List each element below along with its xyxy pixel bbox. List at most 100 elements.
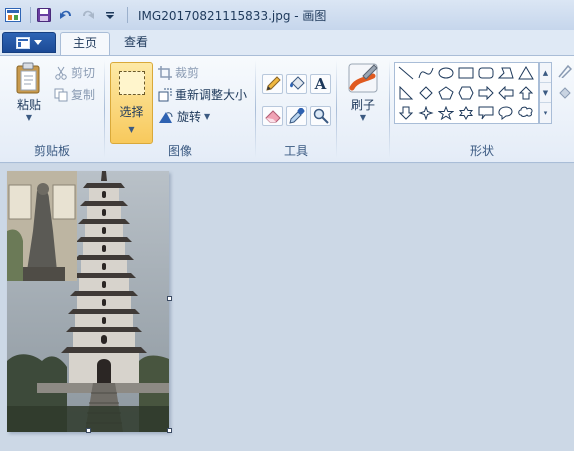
curve-icon (418, 67, 434, 79)
chevron-down-icon (34, 39, 42, 45)
cloud-callout-icon (518, 106, 533, 117)
hexagon-shape[interactable] (456, 84, 476, 102)
paste-label: 粘贴 (16, 98, 41, 112)
scroll-up-icon[interactable]: ▲ (540, 63, 551, 83)
rotate-label: 旋转 (177, 110, 202, 124)
cloud-callout-shape[interactable] (516, 104, 536, 122)
resize-label: 重新调整大小 (175, 88, 248, 102)
resize-handle-corner[interactable] (167, 428, 172, 433)
eyedropper-icon (288, 108, 304, 124)
diamond-shape[interactable] (416, 84, 436, 102)
fill-button[interactable] (558, 86, 572, 100)
pencil-tool[interactable] (262, 74, 283, 94)
triangle-shape[interactable] (516, 64, 536, 82)
rotate-dropdown-icon[interactable]: ▼ (204, 112, 210, 121)
hexagon-icon (458, 86, 474, 100)
gallery-expand-icon[interactable]: ▾ (540, 103, 551, 123)
eraser-tool[interactable] (262, 106, 283, 126)
up-arrow-icon (518, 86, 534, 100)
down-arrow-icon (398, 106, 414, 120)
outline-button[interactable] (558, 64, 572, 78)
resize-handle-bottom[interactable] (86, 428, 91, 433)
copy-icon (54, 88, 68, 101)
up-arrow-shape[interactable] (516, 84, 536, 102)
right-arrow-shape[interactable] (476, 84, 496, 102)
resize-handle-right[interactable] (167, 296, 172, 301)
copy-label: 复制 (71, 88, 96, 102)
cut-button[interactable]: 剪切 (54, 64, 95, 81)
group-divider (336, 60, 337, 158)
copy-button[interactable]: 复制 (54, 86, 95, 103)
rotate-icon (159, 111, 173, 123)
magnifier-tool[interactable] (310, 106, 331, 126)
resize-icon (158, 88, 172, 101)
tab-home[interactable]: 主页 (60, 32, 111, 55)
file-menu-button[interactable] (2, 32, 56, 53)
down-arrow-shape[interactable] (396, 104, 416, 122)
ribbon-tabs: 主页 查看 (0, 30, 574, 55)
brushes-button[interactable]: 刷子 ▼ (342, 62, 384, 122)
line-shape[interactable] (396, 64, 416, 82)
five-point-star-shape[interactable] (436, 104, 456, 122)
rounded-rectangle-icon (478, 67, 494, 79)
paint-app-icon[interactable] (4, 6, 22, 24)
polygon-shape[interactable] (496, 64, 516, 82)
right-triangle-shape[interactable] (396, 84, 416, 102)
oval-shape[interactable] (436, 64, 456, 82)
left-arrow-icon (498, 86, 514, 100)
select-label: 选择 (119, 105, 144, 119)
pentagon-shape[interactable] (436, 84, 456, 102)
text-tool-glyph: A (314, 75, 327, 93)
customize-qat-icon[interactable] (101, 6, 119, 24)
brush-icon (348, 63, 378, 93)
left-arrow-shape[interactable] (496, 84, 516, 102)
oval-callout-icon (498, 106, 513, 120)
title-separator (127, 7, 128, 23)
canvas-area[interactable] (0, 164, 574, 451)
shapes-scrollbar[interactable]: ▲ ▼ ▾ (539, 62, 552, 124)
canvas-image[interactable] (7, 171, 169, 432)
color-picker-tool[interactable] (286, 106, 307, 126)
rounded-rectangle-shape[interactable] (476, 64, 496, 82)
select-button[interactable]: 选择 ▼ (110, 62, 153, 144)
curve-shape[interactable] (416, 64, 436, 82)
clipboard-group: 粘贴 ▼ 剪切 复制 剪贴板 (0, 56, 104, 162)
scissors-icon (55, 66, 67, 80)
text-tool[interactable]: A (310, 74, 331, 94)
six-point-star-shape[interactable] (456, 104, 476, 122)
fill-tool[interactable] (286, 74, 307, 94)
eraser-icon (264, 110, 281, 123)
select-dropdown-icon[interactable]: ▼ (111, 125, 152, 134)
line-icon (398, 66, 414, 80)
rotate-button[interactable]: 旋转 ▼ (158, 108, 210, 125)
resize-button[interactable]: 重新调整大小 (158, 86, 247, 103)
rectangle-shape[interactable] (456, 64, 476, 82)
scroll-down-icon[interactable]: ▼ (540, 83, 551, 103)
selection-rectangle-icon (119, 71, 145, 95)
pagoda-photo (7, 171, 169, 432)
six-point-star-icon (458, 106, 474, 120)
paste-button[interactable]: 粘贴 ▼ (10, 62, 48, 122)
redo-icon[interactable] (79, 6, 97, 24)
fill-icon (559, 87, 571, 99)
rect-callout-shape[interactable] (476, 104, 496, 122)
polygon-icon (498, 67, 514, 79)
four-point-star-shape[interactable] (416, 104, 436, 122)
diamond-icon (419, 86, 433, 100)
save-icon[interactable] (35, 6, 53, 24)
brushes-dropdown-icon[interactable]: ▼ (360, 113, 366, 122)
four-point-star-icon (418, 106, 434, 120)
five-point-star-icon (438, 106, 454, 120)
clipboard-group-label: 剪贴板 (33, 144, 70, 158)
rectangle-icon (458, 67, 474, 79)
tab-view[interactable]: 查看 (112, 32, 160, 55)
brushes-label: 刷子 (350, 98, 375, 112)
paste-dropdown-icon[interactable]: ▼ (26, 113, 32, 122)
crop-label: 裁剪 (175, 66, 200, 80)
right-arrow-icon (478, 86, 494, 100)
ribbon: 粘贴 ▼ 剪切 复制 剪贴板 图像 选择 ▼ 裁剪 重新调整大小 旋转 ▼ 工具… (0, 55, 574, 163)
crop-button[interactable]: 裁剪 (158, 64, 199, 81)
oval-callout-shape[interactable] (496, 104, 516, 122)
undo-icon[interactable] (57, 6, 75, 24)
shapes-group-label: 形状 (469, 144, 494, 158)
